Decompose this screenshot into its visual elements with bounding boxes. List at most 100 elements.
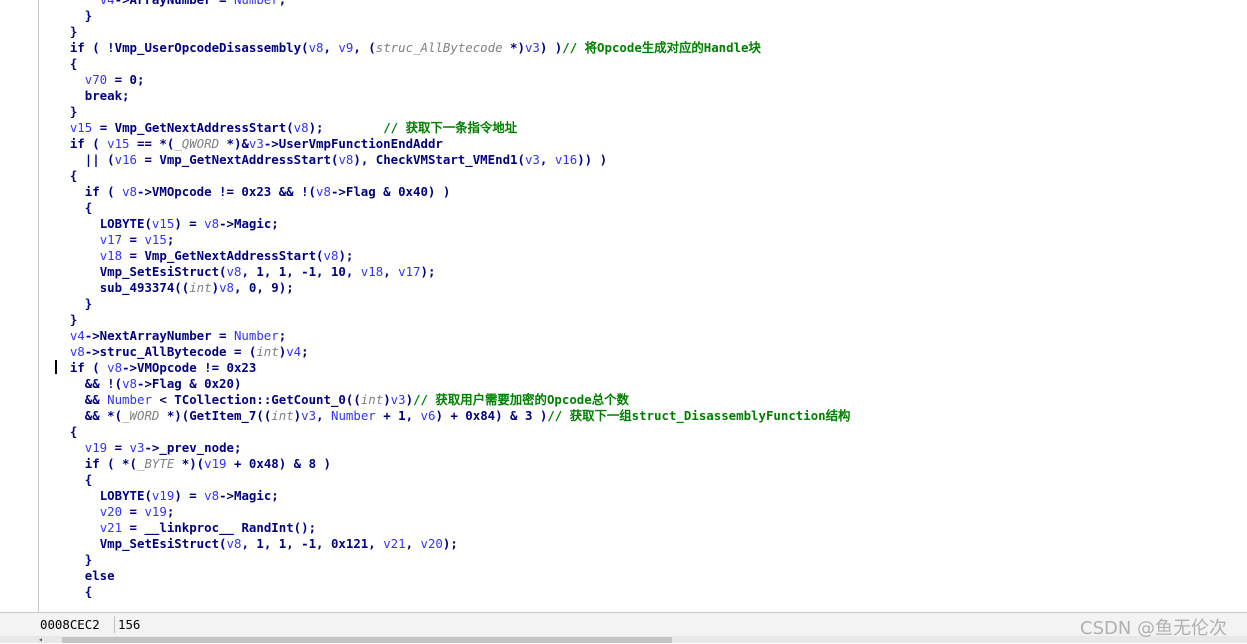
code-token: ( <box>517 152 525 167</box>
code-line[interactable]: 136 if ( !Vmp_UserOpcodeDisassembly(v8, … <box>39 40 1247 56</box>
code-line[interactable]: 152 } <box>39 296 1247 312</box>
code-token: && <box>40 392 108 407</box>
code-token: Number <box>330 408 376 423</box>
code-token: TCollection::GetCount_0 <box>174 392 346 407</box>
code-token: ->_prev_node; <box>144 440 242 455</box>
code-token: v6 <box>420 408 436 423</box>
code-token: v19 <box>144 504 167 519</box>
code-token: if ( <box>40 360 108 375</box>
code-line[interactable]: 163 { <box>39 472 1247 488</box>
code-line[interactable]: 142 if ( v15 == *(_QWORD *)&v3->UserVmpF… <box>39 136 1247 152</box>
code-line[interactable]: 150 Vmp_SetEsiStruct(v8, 1, 1, -1, 10, v… <box>39 264 1247 280</box>
code-token: , ( <box>353 40 376 55</box>
code-line[interactable]: 141 v15 = Vmp_GetNextAddressStart(v8); /… <box>39 120 1247 136</box>
horizontal-scrollbar[interactable]: ◂ <box>0 636 1247 644</box>
code-token: = <box>107 440 130 455</box>
code-token: } <box>40 8 93 23</box>
code-text: { <box>40 584 92 600</box>
code-token: , <box>316 408 331 423</box>
code-line[interactable]: 135 } <box>39 24 1247 40</box>
code-token: *)( <box>174 456 205 471</box>
code-token: ( <box>286 120 294 135</box>
code-token: *)& <box>219 136 249 151</box>
code-token: { <box>40 424 78 439</box>
code-line[interactable]: 156 if ( v8->VMOpcode != 0x23 <box>39 360 1247 376</box>
code-token: else <box>40 568 115 583</box>
code-line[interactable]: 146 { <box>39 200 1247 216</box>
code-line[interactable]: 153 } <box>39 312 1247 328</box>
code-line[interactable]: 137 { <box>39 56 1247 72</box>
code-token: && !( <box>40 376 123 391</box>
code-line[interactable]: 148 v17 = v15; <box>39 232 1247 248</box>
code-line[interactable]: 158 && Number < TCollection::GetCount_0(… <box>39 392 1247 408</box>
code-line[interactable]: 160 { <box>39 424 1247 440</box>
code-line[interactable]: 167 Vmp_SetEsiStruct(v8, 1, 1, -1, 0x121… <box>39 536 1247 552</box>
code-token: ( <box>219 536 227 551</box>
watermark: CSDN @鱼无伦次 <box>1080 618 1228 639</box>
code-token: { <box>40 200 93 215</box>
code-token: < <box>151 392 175 407</box>
code-token: int <box>256 344 279 359</box>
code-token: ( <box>316 248 324 263</box>
code-line[interactable]: 140 } <box>39 104 1247 120</box>
code-line[interactable]: 134 } <box>39 8 1247 24</box>
code-line[interactable]: 165 v20 = v19; <box>39 504 1247 520</box>
code-line[interactable]: 164 LOBYTE(v19) = v8->Magic; <box>39 488 1247 504</box>
code-token: v15 <box>151 216 175 231</box>
code-line[interactable]: 161 v19 = v3->_prev_node; <box>39 440 1247 456</box>
code-line[interactable]: 159 && *(_WORD *)(GetItem_7((int)v3, Num… <box>39 408 1247 424</box>
code-token: ) = <box>174 488 205 503</box>
code-text: else <box>40 568 115 584</box>
code-line[interactable]: 133 v4->ArrayNumber = Number; <box>39 0 1247 8</box>
code-text: { <box>40 56 77 72</box>
code-line[interactable]: 145 if ( v8->VMOpcode != 0x23 && !(v8->F… <box>39 184 1247 200</box>
code-token: v18 <box>99 248 123 263</box>
code-line[interactable]: 147 LOBYTE(v15) = v8->Magic; <box>39 216 1247 232</box>
code-text: LOBYTE(v19) = v8->Magic; <box>40 488 279 504</box>
code-token: = <box>137 152 160 167</box>
code-line[interactable]: 170 { <box>39 584 1247 600</box>
code-token: , <box>405 536 421 551</box>
code-token: v3 <box>129 440 145 455</box>
code-text: && Number < TCollection::GetCount_0((int… <box>40 392 629 408</box>
code-token: v4 <box>100 0 115 7</box>
code-line[interactable]: 144 { <box>39 168 1247 184</box>
code-line[interactable]: 149 v18 = Vmp_GetNextAddressStart(v8); <box>39 248 1247 264</box>
code-line[interactable]: 162 if ( *(_BYTE *)(v19 + 0x48) & 8 ) <box>39 456 1247 472</box>
code-token: } <box>40 552 93 567</box>
code-token: CheckVMStart_VMEnd1 <box>375 152 518 167</box>
code-line[interactable]: 139 break; <box>39 88 1247 104</box>
code-token: int <box>360 392 384 407</box>
code-token: ( <box>144 488 152 503</box>
code-line[interactable]: 157 && !(v8->Flag & 0x20) <box>39 376 1247 392</box>
code-line[interactable]: 138 v70 = 0; <box>39 72 1247 88</box>
code-token: { <box>40 56 78 71</box>
code-token: int <box>271 408 294 423</box>
code-line[interactable]: 154 v4->NextArrayNumber = Number; <box>39 328 1247 344</box>
scrollbar-thumb[interactable] <box>62 637 672 643</box>
pseudocode-editor[interactable]: 133 v4->ArrayNumber = Number;134 }135 }1… <box>39 0 1247 612</box>
code-token: _WORD <box>122 408 160 423</box>
code-text: sub_493374((int)v8, 0, 9); <box>40 280 294 296</box>
code-line[interactable]: 155 v8->struc_AllBytecode = (int)v4; <box>39 344 1247 360</box>
code-token: v8 <box>316 184 331 199</box>
code-token: GetItem_7 <box>189 408 257 423</box>
code-line[interactable]: 169 else <box>39 568 1247 584</box>
code-token: Vmp_SetEsiStruct <box>99 536 220 551</box>
code-line[interactable]: 168 } <box>39 552 1247 568</box>
code-line[interactable]: 151 sub_493374((int)v8, 0, 9); <box>39 280 1247 296</box>
code-line[interactable]: 143 || (v16 = Vmp_GetNextAddressStart(v8… <box>39 152 1247 168</box>
code-token: ->Flag & 0x40) ) <box>330 184 451 199</box>
code-token: v16 <box>114 152 137 167</box>
code-token: v4 <box>69 328 85 343</box>
code-line[interactable]: 166 v21 = __linkproc__ RandInt(); <box>39 520 1247 536</box>
code-text: v8->struc_AllBytecode = (int)v4; <box>40 344 309 360</box>
scroll-left-arrow-icon[interactable]: ◂ <box>38 636 46 644</box>
code-text: Vmp_SetEsiStruct(v8, 1, 1, -1, 10, v18, … <box>40 264 436 280</box>
code-token: break; <box>40 88 130 103</box>
code-text: v18 = Vmp_GetNextAddressStart(v8); <box>40 248 354 264</box>
